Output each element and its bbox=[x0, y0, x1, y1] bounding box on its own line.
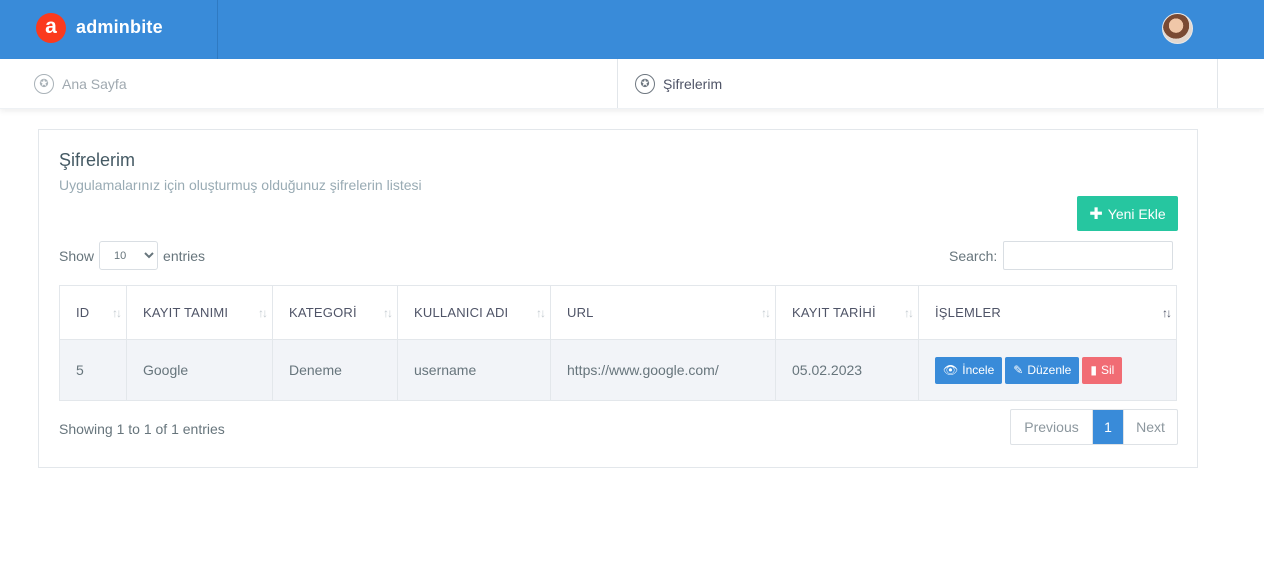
page-size-control: Show 10 entries bbox=[59, 241, 205, 270]
edit-button[interactable]: ✎ Düzenle bbox=[1005, 356, 1080, 384]
view-button[interactable]: 👁 İncele bbox=[935, 356, 1003, 384]
search-control: Search: bbox=[949, 241, 1174, 270]
cell-name: Google bbox=[126, 339, 273, 401]
passwords-card: Şifrelerim Uygulamalarınız için oluşturm… bbox=[38, 129, 1198, 468]
page-1-button[interactable]: 1 bbox=[1093, 410, 1123, 444]
tab-home[interactable]: ✪ Ana Sayfa bbox=[34, 59, 618, 108]
card-subtitle: Uygulamalarınız için oluşturmuş olduğunu… bbox=[59, 177, 422, 193]
col-category[interactable]: KATEGORİ ↑↓ bbox=[272, 285, 398, 340]
tab-passwords-label: Şifrelerim bbox=[663, 75, 723, 92]
view-label: İncele bbox=[962, 363, 995, 377]
col-date-label: KAYIT TARİHİ bbox=[792, 305, 876, 320]
cell-id: 5 bbox=[59, 339, 127, 401]
col-name-label: KAYIT TANIMI bbox=[143, 305, 229, 320]
tab-home-label: Ana Sayfa bbox=[62, 75, 127, 92]
col-category-label: KATEGORİ bbox=[289, 305, 357, 320]
col-name[interactable]: KAYIT TANIMI ↑↓ bbox=[126, 285, 273, 340]
table-header-row: ID ↑↓ KAYIT TANIMI ↑↓ KATEGORİ ↑↓ KULLANICI… bbox=[59, 285, 1177, 340]
show-label: Show bbox=[59, 247, 95, 264]
col-username[interactable]: KULLANICI ADI ↑↓ bbox=[397, 285, 551, 340]
delete-button[interactable]: ▮ Sil bbox=[1082, 356, 1123, 384]
col-url[interactable]: URL ↑↓ bbox=[550, 285, 776, 340]
sort-icon: ↑↓ bbox=[112, 306, 122, 320]
brand-name: adminbite bbox=[76, 17, 163, 37]
sort-icon: ↑↓ bbox=[258, 306, 268, 320]
passwords-table: ID ↑↓ KAYIT TANIMI ↑↓ KATEGORİ ↑↓ KULLANICI… bbox=[59, 285, 1177, 401]
col-actions-label: İŞLEMLER bbox=[935, 305, 1001, 320]
col-actions[interactable]: İŞLEMLER ↑↓ bbox=[918, 285, 1177, 340]
cell-actions: 👁 İncele ✎ Düzenle ▮ Sil bbox=[918, 339, 1177, 401]
brand[interactable]: a adminbite bbox=[0, 0, 218, 59]
col-id-label: ID bbox=[76, 305, 90, 320]
sort-icon: ↑↓ bbox=[383, 306, 393, 320]
page-size-select[interactable]: 10 bbox=[99, 241, 159, 270]
cell-category: Deneme bbox=[272, 339, 398, 401]
sort-icon: ↑↓ bbox=[904, 306, 914, 320]
trash-icon: ▮ bbox=[1090, 363, 1097, 377]
pagination: Previous 1 Next bbox=[1010, 409, 1178, 445]
edit-icon: ✎ bbox=[1013, 363, 1024, 377]
cell-username: username bbox=[397, 339, 551, 401]
add-new-label: Yeni Ekle bbox=[1107, 205, 1166, 222]
add-new-button[interactable]: ✚ Yeni Ekle bbox=[1077, 196, 1178, 231]
entries-label: entries bbox=[163, 247, 206, 264]
sort-icon: ↑↓ bbox=[536, 306, 546, 320]
plus-icon: ✚ bbox=[1089, 205, 1103, 223]
search-label: Search: bbox=[949, 247, 998, 264]
top-navbar: a adminbite bbox=[0, 0, 1264, 59]
edit-label: Düzenle bbox=[1027, 363, 1072, 377]
dashboard-icon: ✪ bbox=[34, 73, 54, 94]
cell-url: https://www.google.com/ bbox=[550, 339, 776, 401]
avatar[interactable] bbox=[1162, 13, 1193, 44]
brand-logo-icon: a bbox=[36, 13, 66, 43]
sort-icon: ↑↓ bbox=[761, 306, 771, 320]
eye-icon: 👁 bbox=[943, 363, 959, 377]
search-input[interactable] bbox=[1003, 241, 1174, 270]
table-row: 5 Google Deneme username https://www.goo… bbox=[59, 339, 1177, 401]
cell-date: 05.02.2023 bbox=[775, 339, 919, 401]
col-username-label: KULLANICI ADI bbox=[414, 305, 509, 320]
table-info: Showing 1 to 1 of 1 entries bbox=[59, 421, 225, 437]
col-id[interactable]: ID ↑↓ bbox=[59, 285, 127, 340]
previous-page-button[interactable]: Previous bbox=[1011, 410, 1093, 444]
sort-icon: ↑↓ bbox=[1162, 306, 1172, 320]
row-actions: 👁 İncele ✎ Düzenle ▮ Sil bbox=[935, 356, 1176, 384]
col-url-label: URL bbox=[567, 305, 594, 320]
delete-label: Sil bbox=[1100, 363, 1115, 377]
card-title: Şifrelerim bbox=[59, 150, 136, 170]
passwords-icon: ✪ bbox=[635, 73, 655, 94]
col-date[interactable]: KAYIT TARİHİ ↑↓ bbox=[775, 285, 919, 340]
tab-bar: ✪ Ana Sayfa ✪ Şifrelerim bbox=[0, 59, 1264, 109]
next-page-button[interactable]: Next bbox=[1123, 410, 1177, 444]
tab-passwords[interactable]: ✪ Şifrelerim bbox=[635, 59, 1218, 108]
